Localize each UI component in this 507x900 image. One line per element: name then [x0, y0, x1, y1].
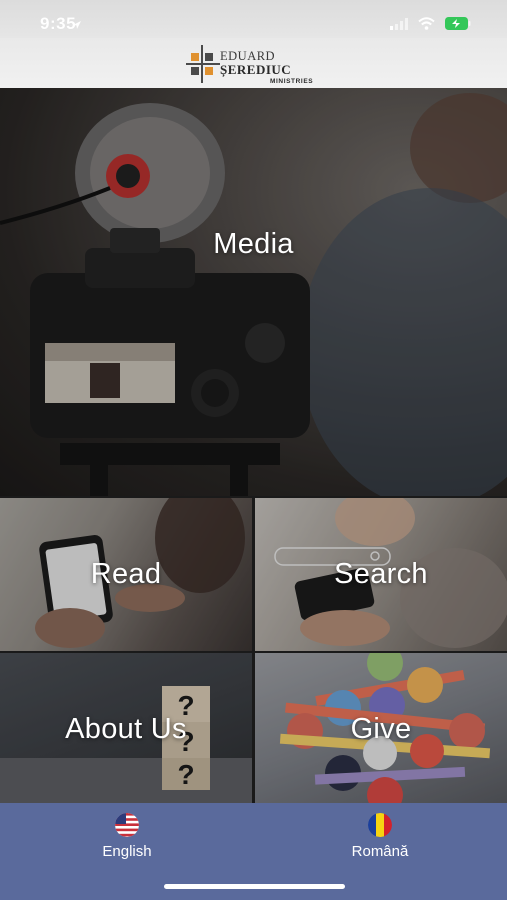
location-arrow-icon	[73, 21, 81, 29]
status-time: 9:35	[40, 14, 77, 33]
give-label: Give	[350, 713, 412, 745]
read-tile[interactable]: Read	[0, 498, 252, 651]
media-tile[interactable]: Media	[0, 88, 507, 496]
media-label: Media	[213, 228, 294, 260]
search-label: Search	[334, 558, 428, 590]
app-header: EDUARD ȘEREDIUC MINISTRIES	[0, 38, 507, 88]
logo-mark-icon	[186, 45, 220, 83]
english-label: English	[102, 843, 152, 860]
romanian-language-button[interactable]: Română	[320, 813, 440, 860]
english-language-button[interactable]: English	[67, 813, 187, 860]
romania-flag-icon	[368, 813, 392, 837]
search-tile[interactable]: Search	[255, 498, 507, 651]
ministry-logo[interactable]: EDUARD ȘEREDIUC MINISTRIES	[186, 45, 326, 85]
logo-line-2: ȘEREDIUC	[220, 62, 292, 77]
about-us-tile[interactable]: ? ? ? About Us	[0, 653, 252, 803]
signal-icon	[390, 17, 408, 30]
media-overlay	[0, 88, 507, 496]
about-us-label: About Us	[65, 713, 187, 745]
give-tile[interactable]: Give	[255, 653, 507, 803]
home-indicator[interactable]	[164, 884, 345, 889]
read-label: Read	[90, 558, 162, 590]
battery-charging-icon	[445, 17, 471, 30]
romanian-label: Română	[351, 843, 409, 860]
us-flag-icon	[115, 813, 139, 837]
wifi-icon	[418, 17, 435, 30]
logo-line-3: MINISTRIES	[270, 78, 314, 85]
status-icons	[73, 17, 471, 30]
